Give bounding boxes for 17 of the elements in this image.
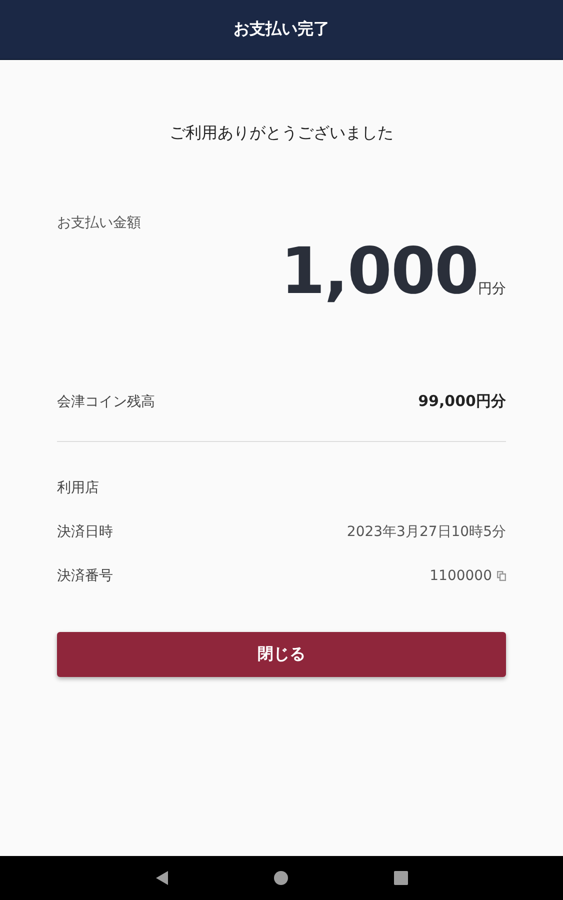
copy-icon[interactable]	[497, 571, 506, 581]
close-button[interactable]: 閉じる	[57, 632, 506, 677]
detail-label: 決済日時	[57, 523, 113, 541]
thanks-message: ご利用ありがとうございました	[168, 123, 394, 144]
amount-unit: 円分	[478, 280, 506, 298]
home-icon[interactable]	[274, 871, 288, 885]
payment-label: お支払い金額	[57, 214, 142, 232]
balance-value: 99,000円分	[418, 392, 506, 411]
detail-label: 利用店	[57, 479, 99, 497]
detail-value: 1100000	[430, 568, 492, 584]
payment-amount: 1,000	[280, 234, 478, 310]
balance-label: 会津コイン残高	[57, 392, 155, 410]
detail-label: 決済番号	[57, 567, 113, 585]
header-title: お支払い完了	[234, 19, 330, 40]
back-icon[interactable]	[156, 871, 168, 885]
detail-value: 2023年3月27日10時5分	[346, 523, 506, 541]
recents-icon[interactable]	[394, 871, 408, 885]
